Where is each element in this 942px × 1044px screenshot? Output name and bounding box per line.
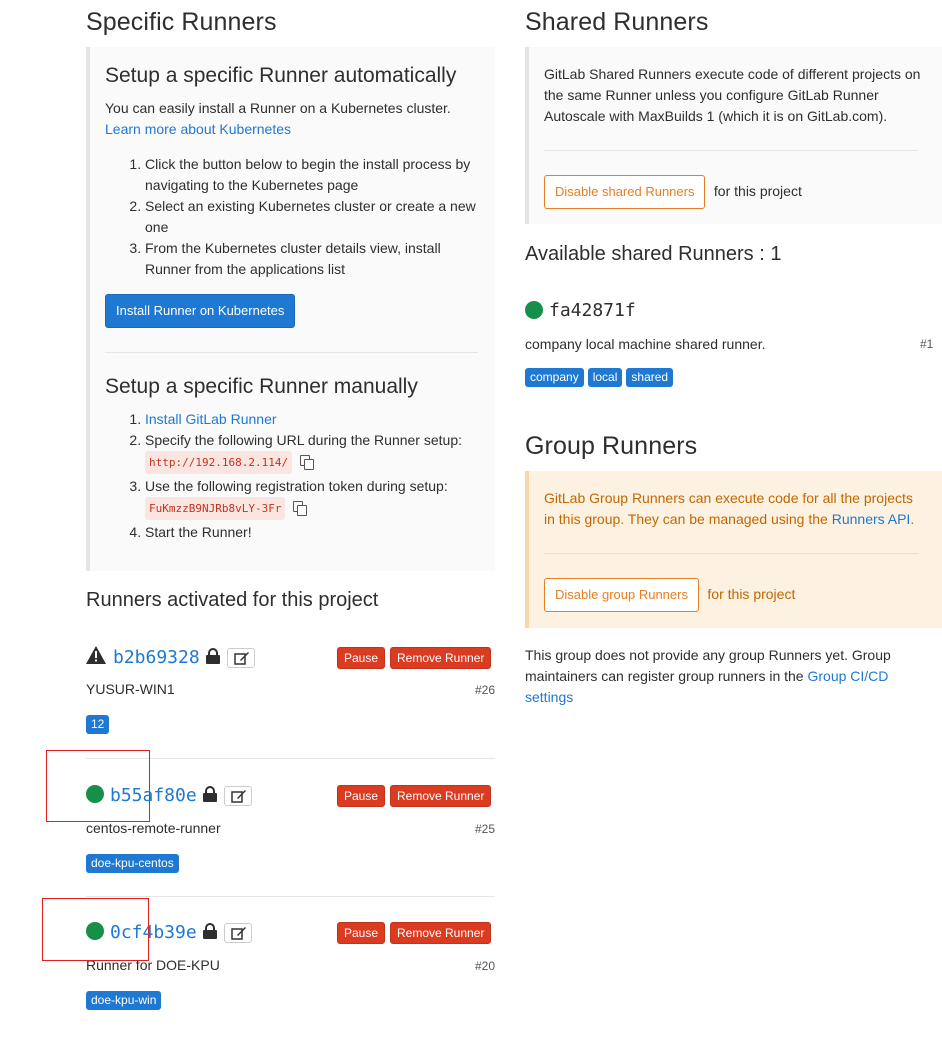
manual-step-start: Start the Runner! [145,522,480,543]
specific-runner-setup-panel: Setup a specific Runner automatically Yo… [86,47,495,571]
registration-token: FuKmzzB9NJRb8vLY-3Fr [145,497,286,520]
remove-runner-button[interactable]: Remove Runner [390,922,492,944]
lock-icon [203,786,217,802]
group-runners-info: GitLab Group Runners can execute code fo… [544,488,924,530]
manual-step-url: Specify the following URL during the Run… [145,430,480,474]
runner-id-link[interactable]: 0cf4b39e [110,922,197,943]
manual-setup-steps: Install GitLab Runner Specify the follow… [105,409,480,543]
install-gitlab-runner-link[interactable]: Install GitLab Runner [145,411,277,427]
runner-url: http://192.168.2.114/ [145,451,293,474]
runner-tag: shared [626,368,674,387]
auto-setup-title: Setup a specific Runner automatically [105,64,457,87]
shared-runner-number: #1 [920,337,934,351]
runner-number: #20 [474,959,495,973]
manual-step-token-text: Use the following registration token dur… [145,478,448,494]
auto-step: From the Kubernetes cluster details view… [145,238,480,280]
group-divider [544,553,918,554]
runner-item-b55af80e: b55af80e Pause Remove Runner centos-remo… [86,782,495,897]
edit-runner-button[interactable] [227,648,255,668]
auto-setup-steps: Click the button below to begin the inst… [105,154,480,280]
pencil-icon [231,927,246,940]
setup-divider [105,352,478,353]
lock-icon [206,648,220,664]
group-runners-title: Group Runners [525,432,698,460]
install-runner-kubernetes-button[interactable]: Install Runner on Kubernetes [105,294,296,328]
pencil-icon [231,790,246,803]
disable-shared-runners-button[interactable]: Disable shared Runners [544,175,706,209]
manual-setup-title: Setup a specific Runner manually [105,375,418,398]
shared-runner-item: fa42871f company local machine shared ru… [525,298,942,393]
manual-step-install: Install GitLab Runner [145,409,480,430]
runner-number: #26 [474,683,495,697]
warning-icon [86,646,106,664]
runner-item-0cf4b39e: 0cf4b39e Pause Remove Runner Runner for … [86,919,495,1010]
online-status-icon [525,301,543,319]
runner-number: #25 [474,822,495,836]
shared-runners-info: GitLab Shared Runners execute code of di… [544,66,921,124]
shared-runners-panel: GitLab Shared Runners execute code of di… [525,47,942,224]
shared-runner-description: company local machine shared runner. [525,336,766,352]
runner-tag: doe-kpu-centos [86,854,179,873]
runner-id-link[interactable]: b55af80e [110,785,197,806]
group-for-project-text: for this project [707,586,796,602]
runner-description: centos-remote-runner [86,820,221,836]
specific-runners-title: Specific Runners [86,8,277,36]
activated-runners-title: Runners activated for this project [86,589,379,611]
runner-id-link[interactable]: b2b69328 [113,647,200,668]
pause-runner-button[interactable]: Pause [337,785,386,807]
runner-tag: 12 [86,715,110,734]
group-info-end: . [910,511,915,527]
runners-api-link[interactable]: Runners API [832,511,911,527]
runner-item-b2b69328: b2b69328 Pause Remove Runner YUSUR-WIN1 … [86,644,495,759]
auto-step: Click the button below to begin the inst… [145,154,480,196]
lock-icon [203,923,217,939]
runner-tag: doe-kpu-win [86,991,162,1010]
copy-token-icon[interactable] [293,501,308,517]
runner-tag: local [587,368,623,387]
disable-group-runners-button[interactable]: Disable group Runners [544,578,699,612]
shared-for-project-text: for this project [713,183,802,199]
runner-divider [86,896,495,897]
online-status-icon [86,922,104,940]
online-status-icon [86,785,104,803]
edit-runner-button[interactable] [224,923,252,943]
edit-runner-button[interactable] [224,786,252,806]
auto-step: Select an existing Kubernetes cluster or… [145,196,480,238]
copy-url-icon[interactable] [300,455,315,471]
runner-divider [86,758,495,759]
runner-description: YUSUR-WIN1 [86,681,175,697]
remove-runner-button[interactable]: Remove Runner [390,647,492,669]
auto-setup-desc: You can easily install a Runner on a Kub… [105,100,451,116]
group-runners-note: This group does not provide any group Ru… [525,645,925,708]
pencil-icon [234,652,249,665]
kubernetes-docs-link[interactable]: Learn more about Kubernetes [105,121,291,137]
available-shared-runners-title: Available shared Runners : 1 [525,243,782,265]
shared-runner-id[interactable]: fa42871f [549,300,636,321]
manual-step-token: Use the following registration token dur… [145,476,480,520]
pause-runner-button[interactable]: Pause [337,647,386,669]
remove-runner-button[interactable]: Remove Runner [390,785,492,807]
shared-divider [544,150,918,151]
runner-description: Runner for DOE-KPU [86,957,220,973]
group-runners-panel: GitLab Group Runners can execute code fo… [525,471,942,628]
manual-step-url-text: Specify the following URL during the Run… [145,432,462,448]
runner-tag: company [525,368,584,387]
pause-runner-button[interactable]: Pause [337,922,386,944]
shared-runners-title: Shared Runners [525,8,709,36]
